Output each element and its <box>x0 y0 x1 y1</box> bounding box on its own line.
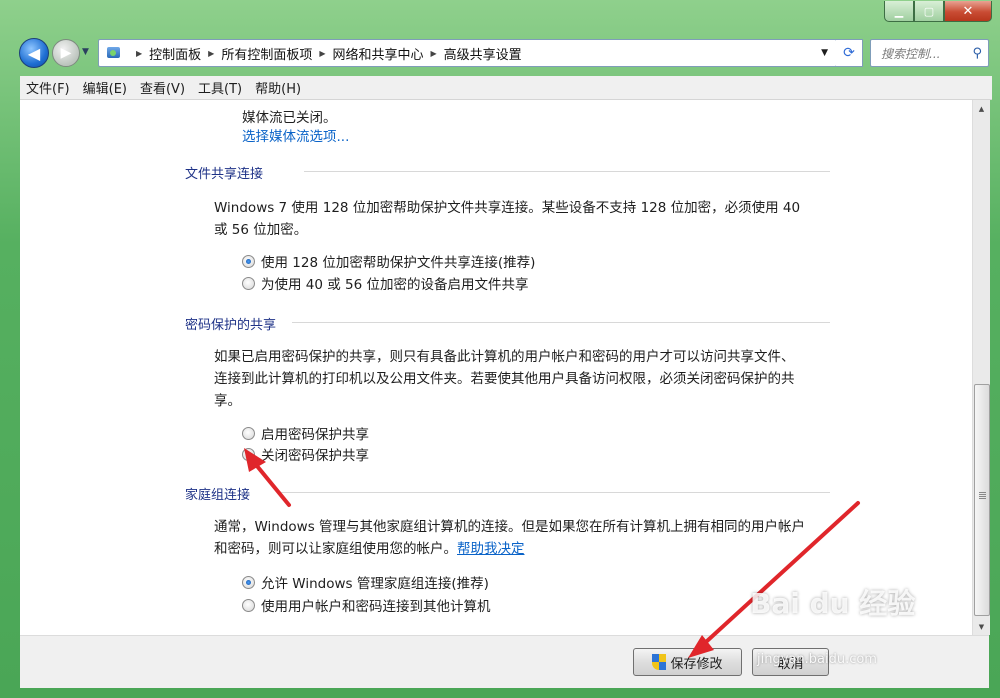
arrow-to-save-button <box>688 501 860 658</box>
arrow-to-disable-password-option <box>244 448 291 507</box>
baidu-watermark-logo: Bai du 经验 <box>750 587 916 620</box>
baidu-watermark-url: jingyan.baidu.com <box>757 652 877 667</box>
